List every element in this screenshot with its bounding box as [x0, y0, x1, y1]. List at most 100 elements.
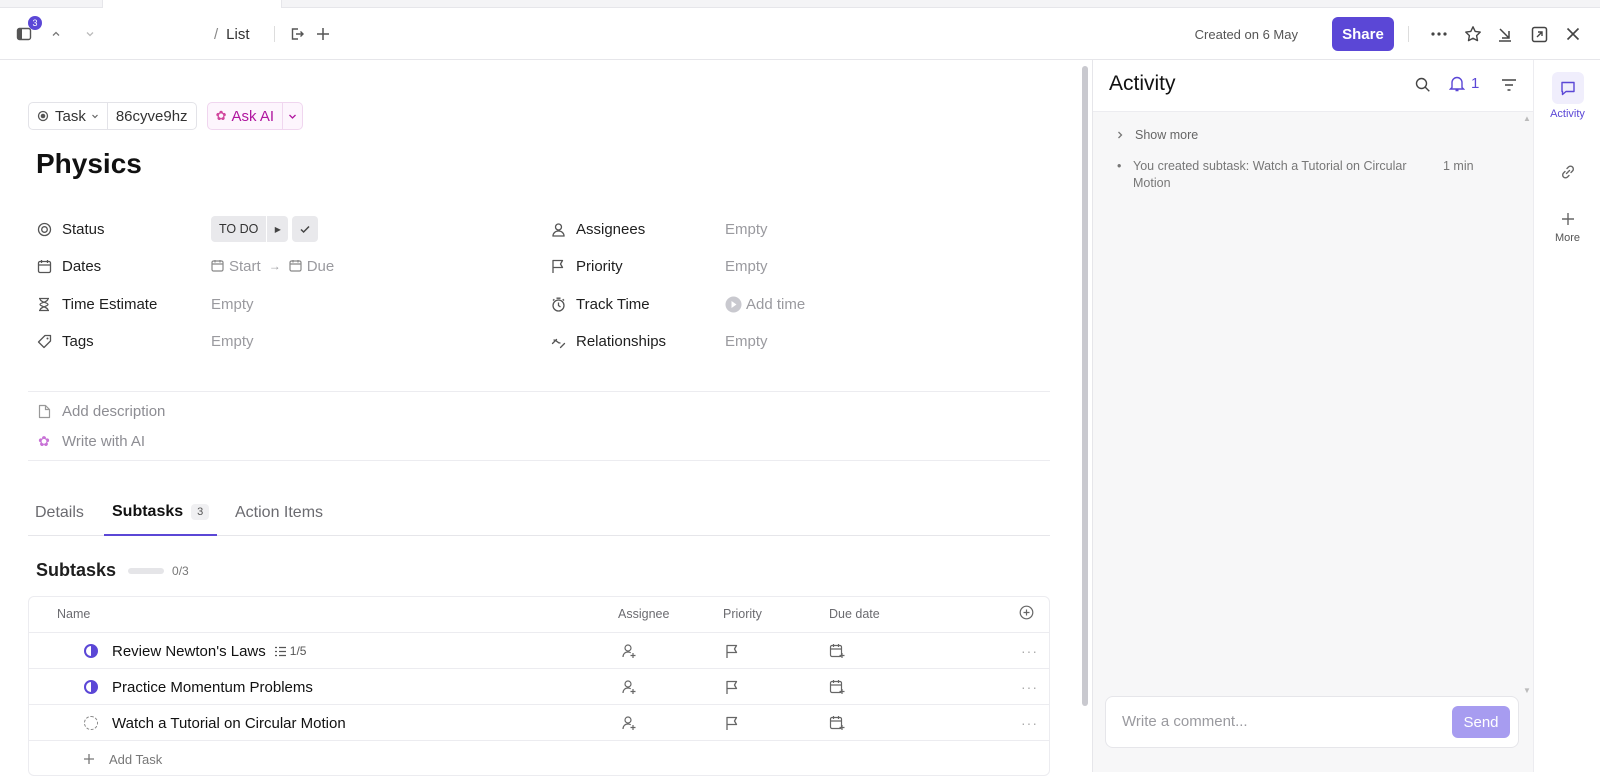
chevron-up-icon[interactable]	[48, 8, 64, 60]
arrow-right-icon: →	[268, 259, 281, 273]
comment-box[interactable]: Write a comment... Send	[1105, 696, 1519, 748]
scroll-up-arrow[interactable]: ▲	[1523, 114, 1531, 123]
subtask-title[interactable]: Practice Momentum Problems	[112, 679, 313, 696]
column-name[interactable]: Name	[57, 607, 90, 621]
caret-right-icon: ▶	[274, 224, 281, 234]
status-icon	[36, 221, 52, 237]
column-priority[interactable]: Priority	[723, 607, 762, 621]
checklist-count[interactable]: 1/5	[274, 644, 306, 658]
section-divider	[28, 460, 1050, 461]
star-icon[interactable]	[1462, 8, 1484, 60]
send-button[interactable]: Send	[1452, 706, 1510, 738]
subtask-name[interactable]: Practice Momentum Problems	[84, 669, 313, 705]
start-date[interactable]: Start	[229, 258, 261, 275]
bell-icon	[1449, 76, 1465, 92]
relationships-value[interactable]: Empty	[725, 329, 768, 353]
column-assignee[interactable]: Assignee	[618, 607, 669, 621]
add-assignee-icon[interactable]	[621, 633, 637, 669]
add-description[interactable]: Add description	[36, 403, 165, 420]
status-in-progress-icon[interactable]	[84, 680, 98, 694]
search-icon[interactable]	[1415, 77, 1431, 98]
subtask-title[interactable]: Watch a Tutorial on Circular Motion	[112, 715, 346, 732]
table-row[interactable]: Watch a Tutorial on Circular Motion ···	[29, 704, 1049, 740]
notifications-button[interactable]: 1	[1449, 75, 1479, 92]
write-with-ai[interactable]: ✿ Write with AI	[36, 433, 145, 450]
relationships-icon	[550, 333, 566, 349]
field-assignees: Assignees	[550, 217, 645, 241]
chevron-down-icon	[289, 114, 296, 119]
tab-details[interactable]: Details	[35, 490, 84, 536]
add-time-button[interactable]: Add time	[725, 292, 805, 316]
notifications-count: 1	[1471, 75, 1480, 92]
priority-flag-icon[interactable]	[725, 705, 739, 741]
scroll-down-arrow[interactable]: ▼	[1523, 686, 1531, 695]
more-options-icon[interactable]	[1428, 8, 1450, 60]
breadcrumb-list[interactable]: List	[226, 26, 249, 43]
plus-icon	[84, 754, 94, 764]
tags-value[interactable]: Empty	[211, 329, 254, 353]
table-row[interactable]: Review Newton's Laws 1/5 ···	[29, 632, 1049, 668]
task-type-dropdown[interactable]: Task	[28, 102, 108, 130]
comment-input[interactable]: Write a comment...	[1122, 713, 1248, 730]
row-more-icon[interactable]: ···	[1021, 669, 1038, 705]
add-assignee-icon[interactable]	[621, 669, 637, 705]
subtask-title[interactable]: Review Newton's Laws	[112, 643, 266, 660]
main-scrollbar[interactable]	[1082, 66, 1088, 706]
priority-flag-icon[interactable]	[725, 669, 739, 705]
row-more-icon[interactable]: ···	[1021, 705, 1038, 741]
task-title[interactable]: Physics	[36, 148, 142, 180]
breadcrumb-separator: /	[214, 25, 219, 43]
due-date-icon[interactable]	[829, 633, 845, 669]
rail-more-button[interactable]: More	[1534, 212, 1600, 244]
close-icon[interactable]	[1562, 8, 1584, 60]
subtask-name[interactable]: Watch a Tutorial on Circular Motion	[84, 705, 346, 741]
flag-icon	[550, 258, 566, 274]
status-value[interactable]: TO DO	[211, 216, 267, 242]
expand-icon[interactable]	[1528, 8, 1550, 60]
table-row[interactable]: Practice Momentum Problems ···	[29, 668, 1049, 704]
minimize-icon[interactable]	[1494, 8, 1516, 60]
tab-action-items[interactable]: Action Items	[235, 490, 323, 536]
status-todo-icon[interactable]	[84, 716, 98, 730]
due-date-icon[interactable]	[829, 705, 845, 741]
priority-flag-icon[interactable]	[725, 633, 739, 669]
tab-subtasks[interactable]: Subtasks 3	[104, 490, 218, 536]
ai-sparkle-icon: ✿	[38, 433, 50, 449]
rail-activity-button[interactable]: Activity	[1534, 72, 1600, 120]
tab-action-items-label: Action Items	[235, 504, 324, 521]
chevron-down-icon[interactable]	[82, 8, 98, 60]
dates-value[interactable]: Start → Due	[211, 254, 334, 278]
due-date-icon	[289, 260, 302, 272]
ask-ai-dropdown[interactable]	[283, 102, 303, 130]
next-status-button[interactable]: ▶	[266, 216, 289, 242]
task-id[interactable]: 86cyve9hz	[107, 102, 197, 130]
field-relationships: Relationships	[550, 329, 666, 353]
priority-value[interactable]: Empty	[725, 254, 768, 278]
add-task-row[interactable]: Add Task	[29, 740, 1049, 776]
move-icon[interactable]	[288, 8, 306, 60]
play-icon	[725, 296, 742, 312]
ask-ai-button[interactable]: ✿ Ask AI	[206, 102, 283, 130]
due-date[interactable]: Due	[307, 258, 335, 275]
share-button[interactable]: Share	[1332, 17, 1394, 51]
document-icon	[36, 404, 52, 419]
add-assignee-icon[interactable]	[621, 705, 637, 741]
rail-activity-label: Activity	[1550, 108, 1585, 120]
task-type-icon	[37, 110, 49, 122]
row-more-icon[interactable]: ···	[1021, 633, 1038, 669]
time-estimate-value[interactable]: Empty	[211, 292, 254, 316]
add-icon[interactable]	[314, 8, 332, 60]
column-due-date[interactable]: Due date	[829, 607, 880, 621]
status-in-progress-icon[interactable]	[84, 644, 98, 658]
add-column-icon[interactable]	[1019, 605, 1034, 623]
rail-link-button[interactable]	[1534, 164, 1600, 180]
filter-icon[interactable]	[1501, 78, 1517, 97]
subtasks-title: Subtasks	[36, 560, 117, 580]
due-date-icon[interactable]	[829, 669, 845, 705]
assignees-value[interactable]: Empty	[725, 217, 768, 241]
status-control[interactable]: TO DO ▶	[211, 216, 319, 242]
complete-button[interactable]	[292, 216, 319, 242]
show-more-button[interactable]: Show more	[1115, 128, 1198, 142]
subtask-name[interactable]: Review Newton's Laws 1/5	[84, 633, 306, 669]
field-tags: Tags	[36, 329, 94, 353]
